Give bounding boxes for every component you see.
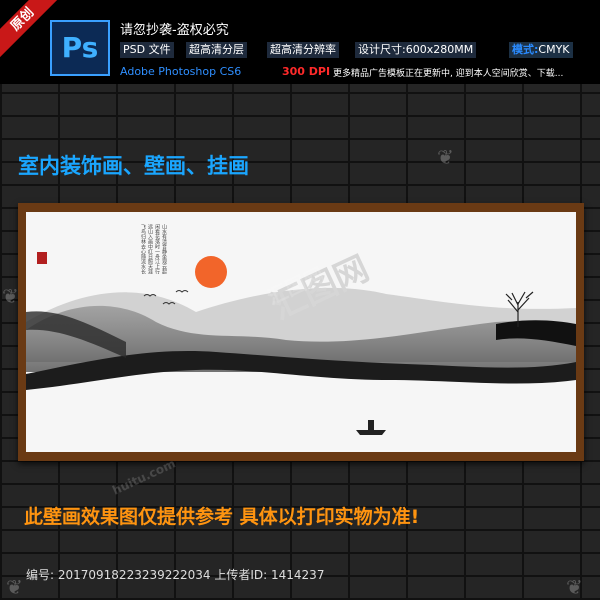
app-name: Adobe Photoshop CS6 (120, 65, 242, 78)
tag-psd: PSD 文件 (120, 42, 174, 58)
mode-label: 模式: (512, 43, 539, 56)
seal-icon (37, 252, 47, 264)
header-bar: 原创 Ps 请忽抄袭-盗权必究 PSD 文件 超高清分层 超高清分辨率 设计尺寸… (0, 0, 600, 84)
poem-text: 山水有清音静坐观云起闲看花落时一舟江上行远山入画中红日照天涯飞鸟归林去心随流水长 (140, 224, 167, 274)
tag-resolution: 超高清分辨率 (267, 42, 339, 58)
picture-frame: 汇图网 山水有清音静坐观云起闲看花落时一舟江上行远山入画中红日照天涯飞鸟归林去心… (18, 203, 584, 461)
ps-logo-icon: Ps (50, 20, 110, 76)
boat-icon (356, 420, 386, 435)
dpi-label: 300 DPI (282, 65, 331, 78)
tag-mode: 模式:CMYK (509, 42, 573, 58)
painting-canvas: 汇图网 山水有清音静坐观云起闲看花落时一舟江上行远山入画中红日照天涯飞鸟归林去心… (26, 212, 576, 452)
copyright-warning: 请忽抄袭-盗权必究 (120, 23, 229, 38)
leaf-icon: ❦ (6, 575, 23, 599)
tag-size: 设计尺寸:600x280MM (355, 42, 477, 58)
headline: 室内装饰画、壁画、挂画 (18, 154, 249, 178)
leaf-icon: ❦ (566, 575, 583, 599)
id-line: 编号: 20170918223239222034 上传者ID: 1414237 (26, 568, 325, 582)
mode-value: CMYK (538, 43, 570, 56)
tag-layers: 超高清分层 (186, 42, 247, 58)
leaf-icon: ❦ (437, 145, 454, 169)
disclaimer: 此壁画效果图仅提供参考 具体以打印实物为准! (24, 506, 420, 528)
sun-icon (195, 256, 227, 288)
leaf-icon: ❦ (2, 284, 19, 308)
update-note: 更多精品广告模板正在更新中, 迎到本人空间欣赏、下载... (333, 69, 564, 79)
